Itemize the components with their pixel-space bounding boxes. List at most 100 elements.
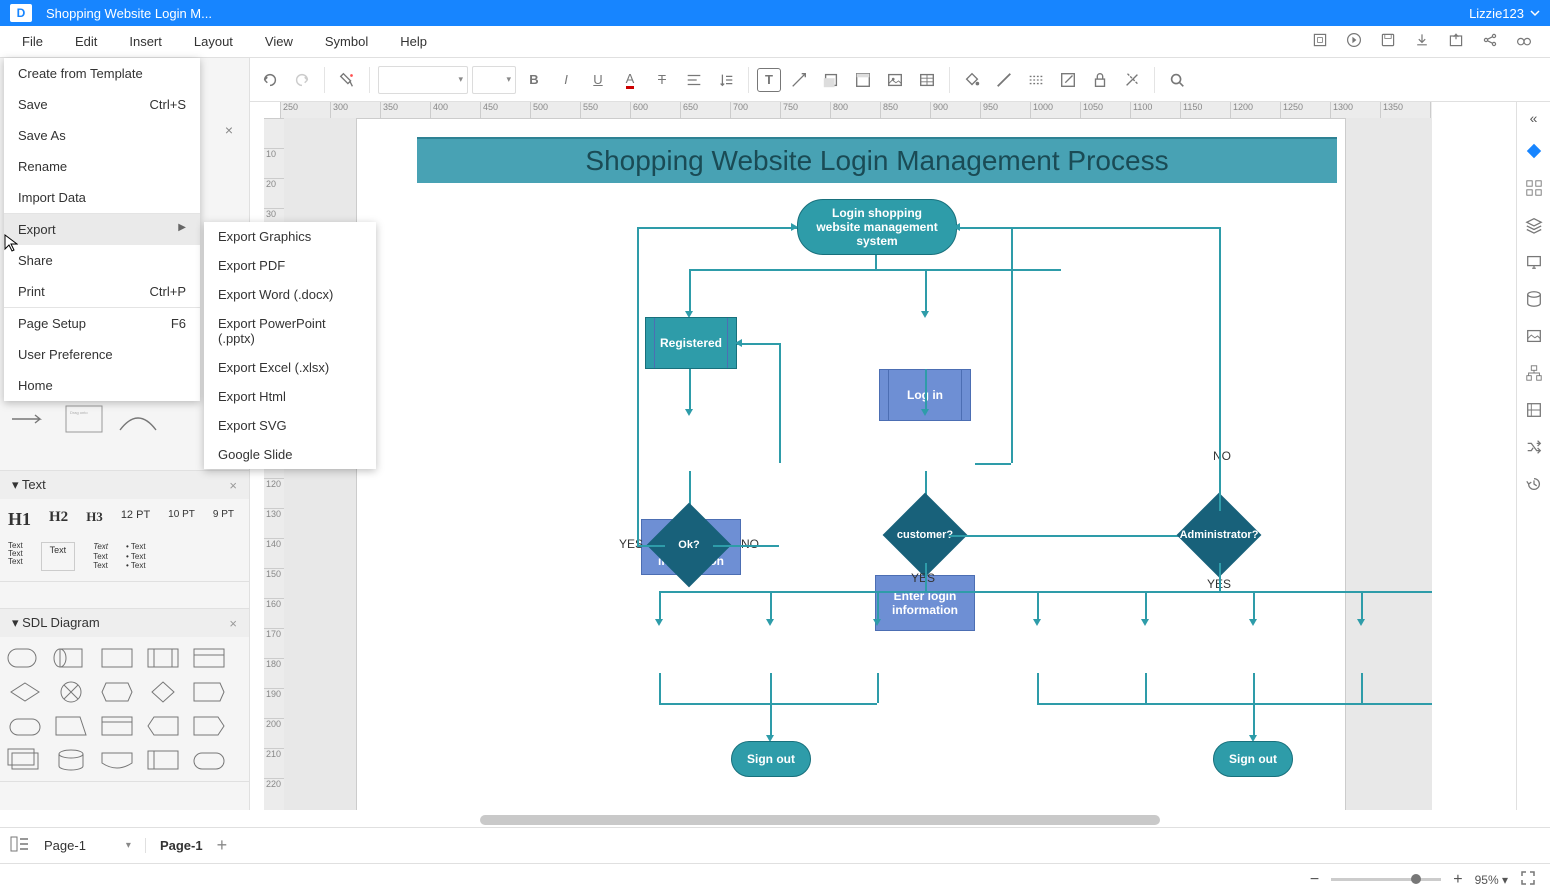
layers-icon[interactable] bbox=[1525, 216, 1543, 237]
sdl-shape[interactable] bbox=[190, 645, 228, 671]
h2-style[interactable]: H2 bbox=[49, 509, 68, 530]
page-selector[interactable]: Page-1▾ bbox=[44, 838, 146, 853]
text-tool-button[interactable]: T bbox=[757, 68, 781, 92]
start-node[interactable]: Login shopping website management system bbox=[797, 199, 957, 255]
pt12-style[interactable]: 12 PT bbox=[121, 509, 150, 530]
admin-decision[interactable]: Administrator? bbox=[1189, 505, 1249, 565]
fill-color-button[interactable] bbox=[958, 66, 986, 94]
menu-view[interactable]: View bbox=[249, 28, 309, 55]
textbox-style[interactable]: Text bbox=[41, 542, 76, 571]
export-gslide[interactable]: Google Slide bbox=[204, 440, 376, 469]
edit-shape-button[interactable] bbox=[1054, 66, 1082, 94]
close-icon[interactable]: × bbox=[229, 478, 237, 493]
zoom-value[interactable]: 95% ▾ bbox=[1475, 873, 1508, 887]
menu-layout[interactable]: Layout bbox=[178, 28, 249, 55]
connector-shape-icon[interactable] bbox=[10, 409, 50, 429]
lock-button[interactable] bbox=[1086, 66, 1114, 94]
sdl-shape[interactable] bbox=[144, 747, 182, 773]
file-export[interactable]: Export▶ bbox=[4, 214, 200, 245]
play-icon[interactable] bbox=[1346, 32, 1362, 51]
export-word[interactable]: Export Word (.docx) bbox=[204, 280, 376, 309]
file-page-setup[interactable]: Page SetupF6 bbox=[4, 308, 200, 339]
menu-edit[interactable]: Edit bbox=[59, 28, 113, 55]
signout-right[interactable]: Sign out bbox=[1213, 741, 1293, 777]
sdl-shape[interactable] bbox=[98, 747, 136, 773]
align-button[interactable] bbox=[680, 66, 708, 94]
connector-tool-button[interactable] bbox=[785, 66, 813, 94]
format-painter-button[interactable] bbox=[333, 66, 361, 94]
focus-icon[interactable] bbox=[1312, 32, 1328, 51]
sdl-shape[interactable] bbox=[52, 713, 90, 739]
table-button[interactable] bbox=[913, 66, 941, 94]
add-page-button[interactable]: + bbox=[217, 835, 228, 856]
zoom-out-button[interactable]: − bbox=[1310, 871, 1319, 889]
export-icon[interactable] bbox=[1448, 32, 1464, 51]
sdl-shape[interactable] bbox=[144, 713, 182, 739]
line-spacing-button[interactable] bbox=[712, 66, 740, 94]
line-color-button[interactable] bbox=[990, 66, 1018, 94]
strikethrough-button[interactable]: T bbox=[648, 66, 676, 94]
search-button[interactable] bbox=[1163, 66, 1191, 94]
sdl-section-header[interactable]: ▾ SDL Diagram× bbox=[0, 609, 249, 637]
font-color-button[interactable]: A bbox=[616, 66, 644, 94]
file-import-data[interactable]: Import Data bbox=[4, 182, 200, 213]
zoom-in-button[interactable]: + bbox=[1453, 871, 1462, 889]
text-section-header[interactable]: ▾ Text× bbox=[0, 471, 249, 499]
underline-button[interactable]: U bbox=[584, 66, 612, 94]
file-create-template[interactable]: Create from Template bbox=[4, 58, 200, 89]
bullet-style[interactable]: • Text• Text• Text bbox=[126, 542, 146, 571]
registered-node[interactable]: Registered bbox=[645, 317, 737, 369]
close-icon[interactable]: × bbox=[229, 616, 237, 631]
file-print[interactable]: PrintCtrl+P bbox=[4, 276, 200, 307]
sdl-shape[interactable] bbox=[98, 713, 136, 739]
h1-style[interactable]: H1 bbox=[8, 509, 31, 530]
settings-button[interactable] bbox=[1118, 66, 1146, 94]
bold-button[interactable]: B bbox=[520, 66, 548, 94]
ok-decision[interactable]: Ok? bbox=[659, 515, 719, 575]
export-graphics[interactable]: Export Graphics bbox=[204, 222, 376, 251]
horizontal-scrollbar[interactable] bbox=[480, 815, 1160, 825]
menu-help[interactable]: Help bbox=[384, 28, 443, 55]
sdl-shape[interactable] bbox=[52, 645, 90, 671]
annotation-shape-icon[interactable]: Drag onto bbox=[64, 404, 104, 434]
sdl-shape[interactable] bbox=[190, 679, 228, 705]
canvas-area[interactable]: Shopping Website Login Management Proces… bbox=[284, 118, 1432, 810]
file-user-pref[interactable]: User Preference bbox=[4, 339, 200, 370]
user-menu[interactable]: Lizzie123 bbox=[1469, 6, 1540, 21]
pt9-style[interactable]: 9 PT bbox=[213, 509, 234, 530]
file-home[interactable]: Home bbox=[4, 370, 200, 401]
image-panel-icon[interactable] bbox=[1525, 327, 1543, 348]
export-pdf[interactable]: Export PDF bbox=[204, 251, 376, 280]
drawing-page[interactable]: Shopping Website Login Management Proces… bbox=[356, 118, 1346, 810]
file-rename[interactable]: Rename bbox=[4, 151, 200, 182]
customer-decision[interactable]: customer? bbox=[895, 505, 955, 565]
data-icon[interactable] bbox=[1525, 401, 1543, 422]
close-tab-icon[interactable]: × bbox=[225, 122, 233, 138]
zoom-slider[interactable] bbox=[1331, 878, 1441, 881]
formatted-text-style[interactable]: TextTextText bbox=[93, 542, 108, 571]
export-ppt[interactable]: Export PowerPoint (.pptx) bbox=[204, 309, 376, 353]
sdl-shape[interactable] bbox=[98, 679, 136, 705]
sitemap-icon[interactable] bbox=[1525, 364, 1543, 385]
export-html[interactable]: Export Html bbox=[204, 382, 376, 411]
file-save-as[interactable]: Save As bbox=[4, 120, 200, 151]
export-svg[interactable]: Export SVG bbox=[204, 411, 376, 440]
image-button[interactable] bbox=[881, 66, 909, 94]
signout-left[interactable]: Sign out bbox=[731, 741, 811, 777]
save-icon[interactable] bbox=[1380, 32, 1396, 51]
sdl-shape[interactable] bbox=[52, 747, 90, 773]
sdl-shape[interactable] bbox=[52, 679, 90, 705]
italic-button[interactable]: I bbox=[552, 66, 580, 94]
sdl-shape[interactable] bbox=[190, 747, 228, 773]
page-tab-1[interactable]: Page-1 bbox=[160, 838, 203, 853]
sdl-shape[interactable] bbox=[190, 713, 228, 739]
export-excel[interactable]: Export Excel (.xlsx) bbox=[204, 353, 376, 382]
font-size-select[interactable] bbox=[472, 66, 516, 94]
theme-icon[interactable] bbox=[1525, 142, 1543, 163]
sdl-shape[interactable] bbox=[6, 747, 44, 773]
line-style-button[interactable] bbox=[1022, 66, 1050, 94]
redo-button[interactable] bbox=[288, 66, 316, 94]
menu-insert[interactable]: Insert bbox=[113, 28, 178, 55]
multiline-style[interactable]: TextTextText bbox=[8, 542, 23, 571]
shape-fill-button[interactable] bbox=[817, 66, 845, 94]
